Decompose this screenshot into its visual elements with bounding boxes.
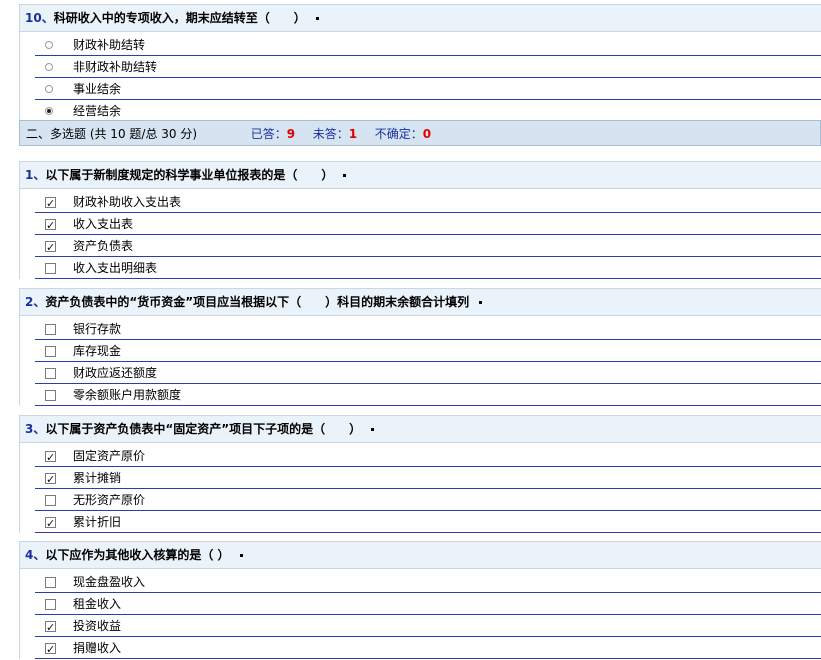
option-row[interactable]: 事业结余: [35, 79, 821, 100]
option-row[interactable]: 财政补助结转: [35, 35, 821, 56]
option-row[interactable]: 资产负债表: [35, 236, 821, 258]
question-text: 资产负债表中的“货币资金”项目应当根据以下（ ）科目的期末余额合计填列: [45, 295, 470, 309]
option-row[interactable]: 收入支出明细表: [35, 258, 821, 279]
option-row[interactable]: 财政应返还额度: [35, 363, 821, 384]
bullet-dot: [315, 17, 319, 20]
option-label: 经营结余: [73, 104, 122, 118]
option-label: 财政补助结转: [73, 38, 146, 52]
checkbox[interactable]: [45, 577, 56, 588]
checkbox-checked[interactable]: [45, 470, 56, 490]
option-label: 投资收益: [73, 619, 122, 633]
option-label: 事业结余: [73, 82, 122, 96]
uncertain-label: 不确定：: [374, 127, 423, 141]
option-label: 库存现金: [73, 344, 122, 358]
section-title: 二、多选题 (共 10 题/总 30 分): [26, 127, 198, 141]
question-3: 3、以下属于资产负债表中“固定资产”项目下子项的是（ ） 固定资产原价 累计摊销…: [19, 415, 821, 534]
question-text: 科研收入中的专项收入，期末应结转至（ ）: [53, 11, 306, 25]
option-row[interactable]: 租金收入: [35, 594, 821, 615]
question-text: 以下属于新制度规定的科学事业单位报表的是（ ）: [45, 168, 334, 182]
checkbox-checked[interactable]: [45, 238, 56, 258]
question-title: 2、资产负债表中的“货币资金”项目应当根据以下（ ）科目的期末余额合计填列: [20, 288, 821, 316]
section-header-multiple-choice: 二、多选题 (共 10 题/总 30 分) 已答：9 未答：1 不确定：0: [19, 120, 821, 146]
question-4: 4、以下应作为其他收入核算的是（ ） 现金盘盈收入 租金收入 投资收益 捐赠收入: [19, 541, 821, 660]
unanswered-label: 未答：: [312, 127, 349, 141]
option-label: 捐赠收入: [73, 641, 122, 655]
uncertain-count: 0: [422, 127, 432, 141]
option-row[interactable]: 捐赠收入: [35, 638, 821, 660]
question-text: 以下属于资产负债表中“固定资产”项目下子项的是（ ）: [45, 422, 362, 436]
question-title: 10、科研收入中的专项收入，期末应结转至（ ）: [20, 4, 821, 32]
radio-button[interactable]: [45, 63, 53, 71]
option-row[interactable]: 非财政补助结转: [35, 57, 821, 78]
option-row[interactable]: 银行存款: [35, 319, 821, 340]
unanswered-count: 1: [348, 127, 358, 141]
option-label: 现金盘盈收入: [73, 575, 146, 589]
checkbox[interactable]: [45, 324, 56, 335]
option-label: 非财政补助结转: [73, 60, 158, 74]
option-row[interactable]: 库存现金: [35, 341, 821, 362]
question-title: 4、以下应作为其他收入核算的是（ ）: [20, 541, 821, 569]
radio-button-selected[interactable]: [45, 107, 53, 115]
option-label: 累计摊销: [73, 471, 122, 485]
checkbox-checked[interactable]: [45, 618, 56, 638]
question-title: 1、以下属于新制度规定的科学事业单位报表的是（ ）: [20, 161, 821, 189]
option-label: 财政应返还额度: [73, 366, 158, 380]
answered-label: 已答：: [250, 127, 287, 141]
option-row[interactable]: 累计摊销: [35, 468, 821, 490]
option-row[interactable]: 零余额账户用款额度: [35, 385, 821, 406]
checkbox[interactable]: [45, 368, 56, 379]
checkbox[interactable]: [45, 390, 56, 401]
option-row[interactable]: 收入支出表: [35, 214, 821, 236]
radio-button[interactable]: [45, 41, 53, 49]
question-number: 10: [25, 11, 42, 25]
checkbox-checked[interactable]: [45, 194, 56, 214]
question-title: 3、以下属于资产负债表中“固定资产”项目下子项的是（ ）: [20, 415, 821, 443]
option-row[interactable]: 固定资产原价: [35, 446, 821, 468]
checkbox-checked[interactable]: [45, 216, 56, 236]
checkbox-checked[interactable]: [45, 514, 56, 534]
option-label: 无形资产原价: [73, 493, 146, 507]
option-label: 租金收入: [73, 597, 122, 611]
option-row[interactable]: 投资收益: [35, 616, 821, 638]
option-label: 收入支出表: [73, 217, 134, 231]
answered-count: 9: [286, 127, 296, 141]
question-1: 1、以下属于新制度规定的科学事业单位报表的是（ ） 财政补助收入支出表 收入支出…: [19, 161, 821, 279]
option-row[interactable]: 现金盘盈收入: [35, 572, 821, 593]
bullet-dot: [479, 301, 483, 304]
option-label: 收入支出明细表: [73, 261, 158, 275]
option-label: 累计折旧: [73, 515, 122, 529]
question-text: 以下应作为其他收入核算的是（ ）: [45, 548, 230, 562]
checkbox-checked[interactable]: [45, 448, 56, 468]
question-2: 2、资产负债表中的“货币资金”项目应当根据以下（ ）科目的期末余额合计填列 银行…: [19, 288, 821, 406]
option-label: 银行存款: [73, 322, 122, 336]
option-row[interactable]: 无形资产原价: [35, 490, 821, 511]
bullet-dot: [371, 428, 375, 431]
checkbox[interactable]: [45, 346, 56, 357]
checkbox[interactable]: [45, 263, 56, 274]
option-label: 资产负债表: [73, 239, 134, 253]
question-10: 10、科研收入中的专项收入，期末应结转至（ ） 财政补助结转 非财政补助结转 事…: [19, 4, 821, 122]
option-row[interactable]: 经营结余: [35, 101, 821, 122]
bullet-dot: [239, 554, 243, 557]
checkbox[interactable]: [45, 495, 56, 506]
checkbox-checked[interactable]: [45, 640, 56, 660]
radio-button[interactable]: [45, 85, 53, 93]
option-label: 财政补助收入支出表: [73, 195, 182, 209]
option-label: 零余额账户用款额度: [73, 388, 182, 402]
checkbox[interactable]: [45, 599, 56, 610]
option-row[interactable]: 财政补助收入支出表: [35, 192, 821, 214]
bullet-dot: [343, 174, 347, 177]
option-row[interactable]: 累计折旧: [35, 512, 821, 534]
option-label: 固定资产原价: [73, 449, 146, 463]
